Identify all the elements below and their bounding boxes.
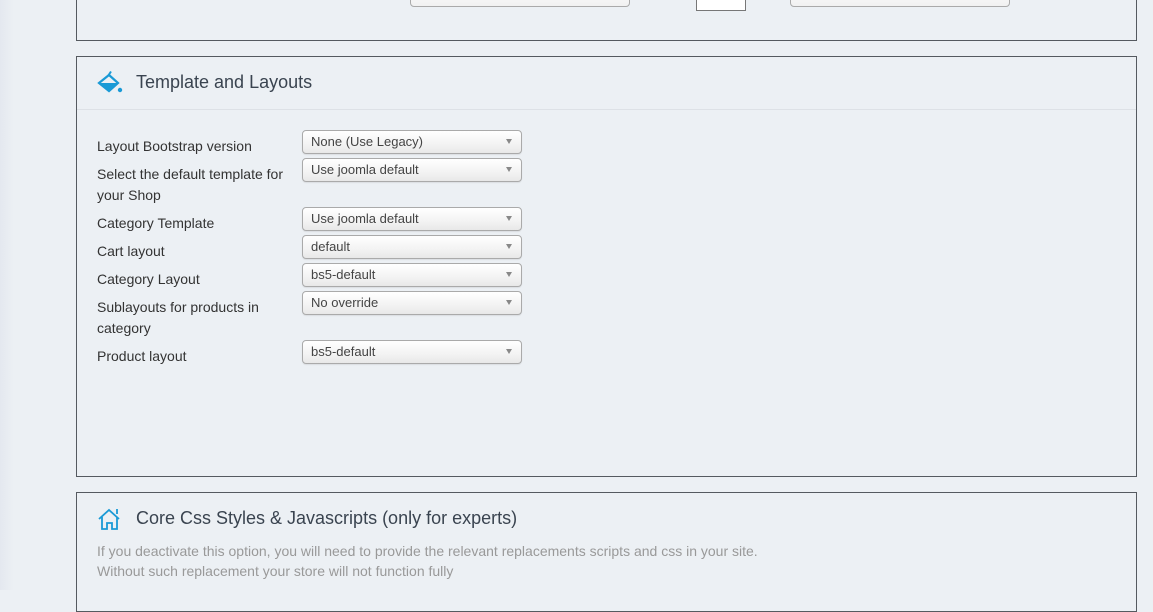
description-line: Without such replacement your store will… — [97, 563, 454, 579]
previous-settings-panel — [76, 0, 1137, 41]
chevron-down-icon — [506, 349, 512, 354]
select-sublayouts[interactable]: No override — [302, 291, 522, 315]
chevron-down-icon — [506, 300, 512, 305]
chevron-down-icon — [506, 272, 512, 277]
select-value: Use joomla default — [311, 211, 419, 226]
panel-title: Template and Layouts — [136, 72, 313, 92]
previous-number-input[interactable] — [696, 0, 746, 11]
previous-select-2[interactable] — [790, 0, 1010, 7]
select-value: default — [311, 239, 351, 254]
left-sidebar-edge — [0, 0, 14, 590]
select-value: bs5-default — [311, 344, 376, 359]
select-default-template[interactable]: Use joomla default — [302, 158, 522, 182]
select-value: None (Use Legacy) — [311, 134, 423, 149]
label-cart-layout: Cart layout — [97, 243, 165, 259]
chevron-down-icon — [506, 216, 512, 221]
label-category-layout: Category Layout — [97, 271, 200, 287]
panel-header: Template and Layouts — [77, 57, 1136, 110]
panel-description: If you deactivate this option, you will … — [97, 541, 758, 581]
chevron-down-icon — [506, 167, 512, 172]
paint-bucket-icon — [97, 70, 123, 93]
select-value: bs5-default — [311, 267, 376, 282]
template-layouts-panel: Template and Layouts Layout Bootstrap ve… — [76, 56, 1137, 477]
select-value: No override — [311, 295, 379, 310]
select-product-layout[interactable]: bs5-default — [302, 340, 522, 364]
select-value: Use joomla default — [311, 162, 419, 177]
select-cart-layout[interactable]: default — [302, 235, 522, 259]
select-bootstrap-version[interactable]: None (Use Legacy) — [302, 130, 522, 154]
description-line: If you deactivate this option, you will … — [97, 543, 758, 559]
chevron-down-icon — [506, 244, 512, 249]
panel-title: Core Css Styles & Javascripts (only for … — [136, 508, 518, 528]
label-default-template: Select the default template for your Sho… — [97, 166, 283, 203]
select-category-template[interactable]: Use joomla default — [302, 207, 522, 231]
label-category-template: Category Template — [97, 215, 215, 231]
previous-select-1[interactable] — [410, 0, 630, 7]
label-bootstrap-version: Layout Bootstrap version — [97, 138, 252, 154]
home-icon — [98, 508, 120, 530]
select-category-layout[interactable]: bs5-default — [302, 263, 522, 287]
label-product-layout: Product layout — [97, 348, 187, 364]
chevron-down-icon — [506, 139, 512, 144]
core-css-panel: Core Css Styles & Javascripts (only for … — [76, 492, 1137, 612]
label-sublayouts: Sublayouts for products in category — [97, 299, 259, 336]
